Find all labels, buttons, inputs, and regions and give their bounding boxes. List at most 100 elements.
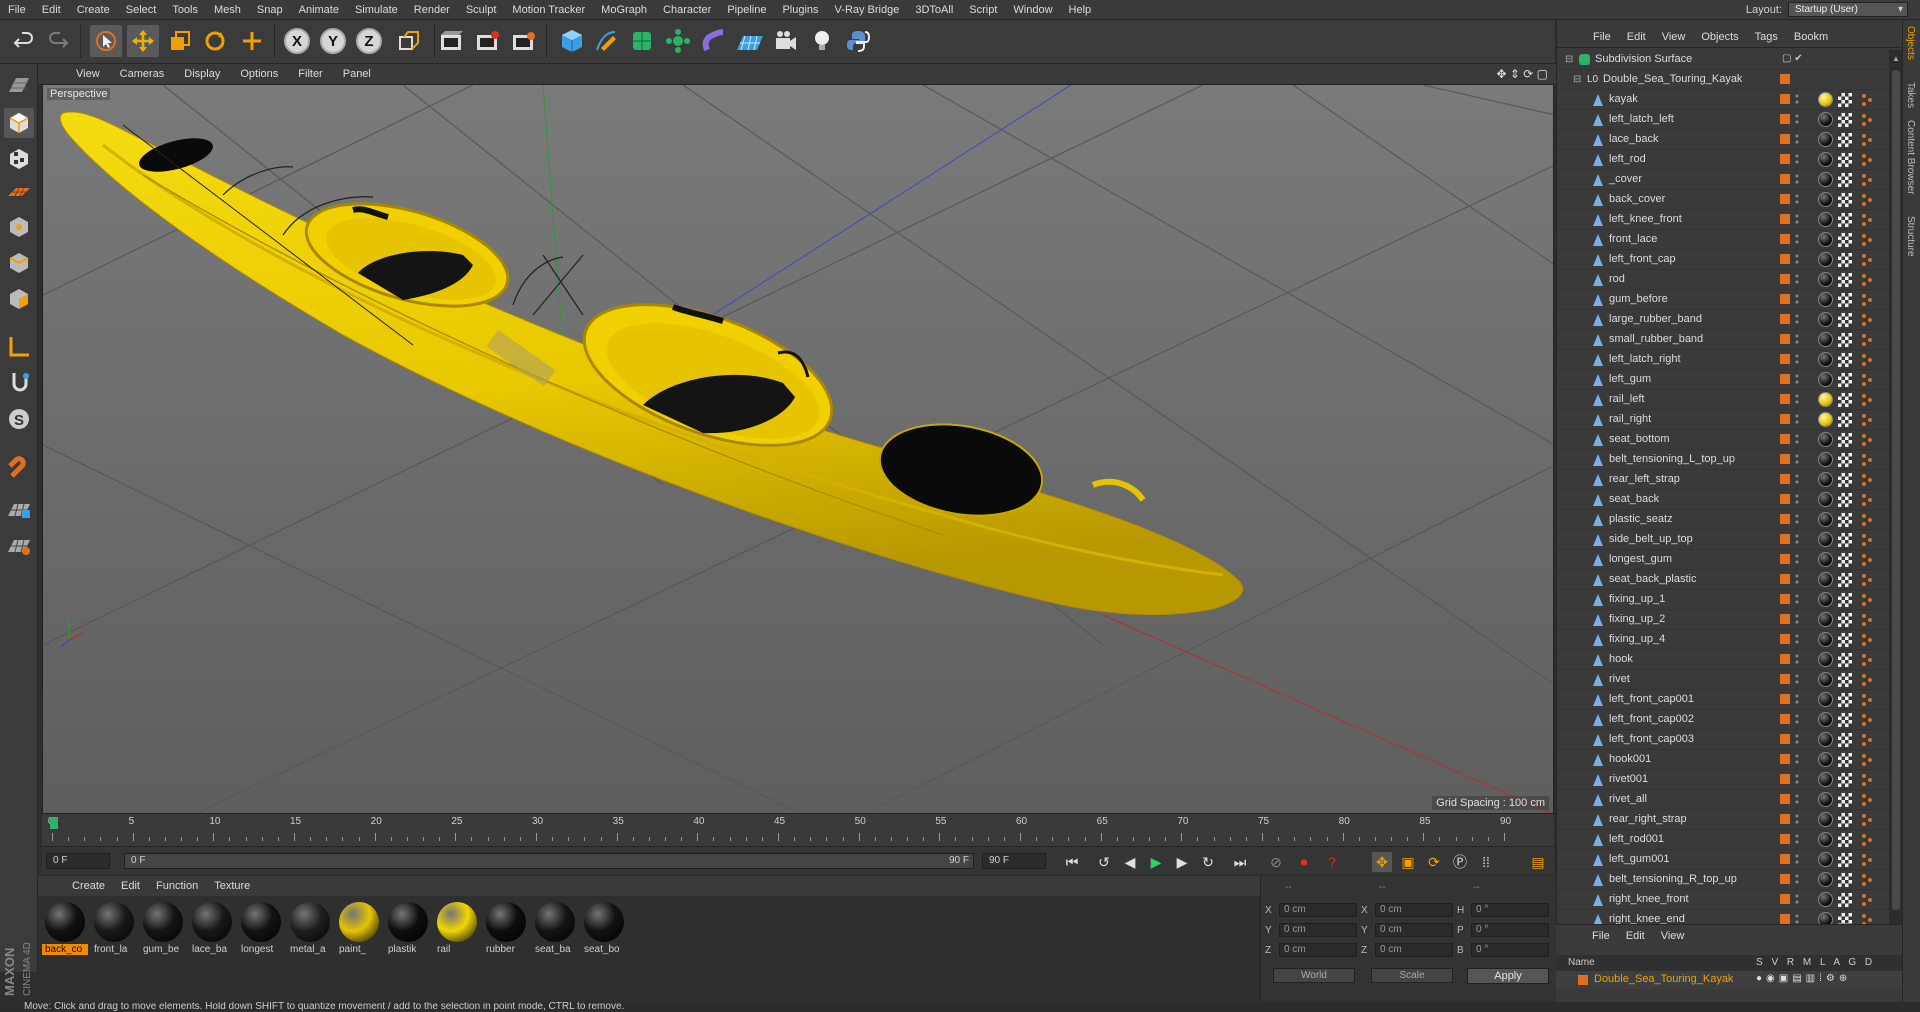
- layer-color-swatch[interactable]: [1780, 914, 1790, 924]
- selection-tag-icon[interactable]: [1861, 653, 1873, 667]
- visibility-dots-icon[interactable]: [1795, 533, 1799, 545]
- uvw-tag-icon[interactable]: [1838, 193, 1852, 207]
- magnet-icon[interactable]: [4, 454, 34, 484]
- uvw-tag-icon[interactable]: [1838, 853, 1852, 867]
- viewport-nav-icons[interactable]: ✥ ⇕ ⟳ ▢: [1496, 67, 1548, 81]
- selection-tag-icon[interactable]: [1861, 553, 1873, 567]
- selection-tag-icon[interactable]: [1861, 193, 1873, 207]
- object-menu-tags[interactable]: Tags: [1747, 31, 1786, 43]
- uvw-tag-icon[interactable]: [1838, 533, 1852, 547]
- layer-color-swatch[interactable]: [1780, 454, 1790, 464]
- workplane-icon[interactable]: [4, 176, 34, 206]
- next-key-icon[interactable]: ↻: [1198, 852, 1218, 872]
- material-tag-icon[interactable]: [1818, 452, 1833, 467]
- tree-row-group[interactable]: ⊟ L0 Double_Sea_Touring_Kayak: [1557, 70, 1889, 90]
- menu-mograph[interactable]: MoGraph: [593, 0, 655, 20]
- selection-tag-icon[interactable]: [1861, 573, 1873, 587]
- layer-color-swatch[interactable]: [1780, 554, 1790, 564]
- viewport-menu-filter[interactable]: Filter: [288, 68, 332, 80]
- uvw-tag-icon[interactable]: [1838, 633, 1852, 647]
- selection-tag-icon[interactable]: [1861, 793, 1873, 807]
- uvw-tag-icon[interactable]: [1838, 293, 1852, 307]
- coords-value-field[interactable]: 0 cm: [1279, 903, 1357, 917]
- tab-objects[interactable]: Objects: [1905, 26, 1916, 60]
- layer-color-swatch[interactable]: [1780, 214, 1790, 224]
- object-menu-edit[interactable]: Edit: [1619, 31, 1654, 43]
- autokey-icon[interactable]: ?: [1322, 852, 1342, 872]
- layer-color-swatch[interactable]: [1780, 134, 1790, 144]
- tree-row-object[interactable]: belt_tensioning_R_top_up: [1557, 870, 1889, 890]
- uvw-tag-icon[interactable]: [1838, 773, 1852, 787]
- material-tag-icon[interactable]: [1818, 512, 1833, 527]
- visibility-dots-icon[interactable]: [1795, 213, 1799, 225]
- selection-tag-icon[interactable]: [1861, 693, 1873, 707]
- material-tag-icon[interactable]: [1818, 752, 1833, 767]
- uvw-tag-icon[interactable]: [1838, 133, 1852, 147]
- apply-button[interactable]: Apply: [1467, 968, 1549, 984]
- coords-value-field[interactable]: 0 cm: [1375, 923, 1453, 937]
- selection-tag-icon[interactable]: [1861, 333, 1873, 347]
- coords-value-field[interactable]: 0 cm: [1279, 943, 1357, 957]
- cube-icon[interactable]: [556, 25, 588, 57]
- selection-tag-icon[interactable]: [1861, 493, 1873, 507]
- layer-color-swatch[interactable]: [1780, 754, 1790, 764]
- layer-color-swatch[interactable]: [1780, 434, 1790, 444]
- uvw-tag-icon[interactable]: [1838, 473, 1852, 487]
- uvw-tag-icon[interactable]: [1838, 553, 1852, 567]
- layer-color-swatch[interactable]: [1780, 314, 1790, 324]
- menu-mesh[interactable]: Mesh: [206, 0, 249, 20]
- coords-value-field[interactable]: 0 cm: [1375, 943, 1453, 957]
- selection-tag-icon[interactable]: [1861, 873, 1873, 887]
- layer-color-swatch[interactable]: [1780, 774, 1790, 784]
- selection-tag-icon[interactable]: [1861, 753, 1873, 767]
- tree-row-object[interactable]: side_belt_up_top: [1557, 530, 1889, 550]
- render-settings-icon[interactable]: [508, 25, 540, 57]
- viewport-menu-panel[interactable]: Panel: [333, 68, 381, 80]
- layer-color-swatch[interactable]: [1780, 894, 1790, 904]
- tree-row-object[interactable]: fixing_up_2: [1557, 610, 1889, 630]
- uvw-tag-icon[interactable]: [1838, 353, 1852, 367]
- material-swatch[interactable]: lace_ba: [189, 900, 235, 958]
- visibility-dots-icon[interactable]: [1795, 613, 1799, 625]
- tree-row-object[interactable]: left_rod001: [1557, 830, 1889, 850]
- selection-tag-icon[interactable]: [1861, 613, 1873, 627]
- tree-row-object[interactable]: fixing_up_1: [1557, 590, 1889, 610]
- visibility-dots-icon[interactable]: [1795, 333, 1799, 345]
- viewport-menu-view[interactable]: View: [66, 68, 110, 80]
- coords-value-field[interactable]: 0 °: [1471, 943, 1549, 957]
- visibility-dots-icon[interactable]: [1795, 293, 1799, 305]
- tree-row-object[interactable]: left_knee_front: [1557, 210, 1889, 230]
- uvw-tag-icon[interactable]: [1838, 253, 1852, 267]
- menu-script[interactable]: Script: [961, 0, 1005, 20]
- current-frame-marker[interactable]: [50, 817, 58, 829]
- selection-tag-icon[interactable]: [1861, 533, 1873, 547]
- visibility-dots-icon[interactable]: [1795, 153, 1799, 165]
- layer-color-swatch[interactable]: [1780, 574, 1790, 584]
- visibility-dots-icon[interactable]: [1795, 573, 1799, 585]
- tree-row-object[interactable]: longest_gum: [1557, 550, 1889, 570]
- material-tag-icon[interactable]: [1818, 472, 1833, 487]
- uvw-tag-icon[interactable]: [1838, 493, 1852, 507]
- play-icon[interactable]: ▶: [1146, 852, 1166, 872]
- layer-color-swatch[interactable]: [1780, 654, 1790, 664]
- layer-color-swatch[interactable]: [1780, 874, 1790, 884]
- visibility-dots-icon[interactable]: [1795, 273, 1799, 285]
- tree-row-object[interactable]: left_gum: [1557, 370, 1889, 390]
- menu-vray-bridge[interactable]: V-Ray Bridge: [827, 0, 908, 20]
- menu-window[interactable]: Window: [1005, 0, 1060, 20]
- material-swatch[interactable]: paint_: [336, 900, 382, 958]
- selection-tag-icon[interactable]: [1861, 733, 1873, 747]
- layer-color-swatch[interactable]: [1780, 534, 1790, 544]
- layer-color-swatch[interactable]: [1780, 794, 1790, 804]
- uvw-tag-icon[interactable]: [1838, 813, 1852, 827]
- layer-color-swatch[interactable]: [1780, 714, 1790, 724]
- selection-tag-icon[interactable]: [1861, 673, 1873, 687]
- material-menu-edit[interactable]: Edit: [113, 880, 148, 892]
- material-tag-icon[interactable]: [1818, 172, 1833, 187]
- menu-select[interactable]: Select: [118, 0, 165, 20]
- layer-color-swatch[interactable]: [1780, 94, 1790, 104]
- layer-color-swatch[interactable]: [1780, 174, 1790, 184]
- visibility-dots-icon[interactable]: [1795, 813, 1799, 825]
- python-icon[interactable]: [842, 25, 874, 57]
- selection-tag-icon[interactable]: [1861, 233, 1873, 247]
